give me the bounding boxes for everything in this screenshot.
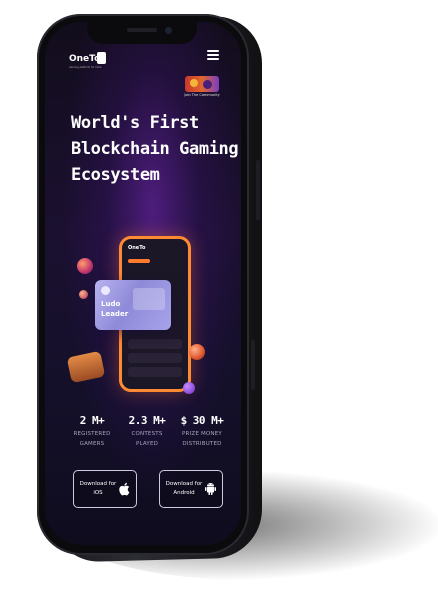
- phone-notch: [87, 22, 197, 44]
- hero-illustration: OneTo Ludo Leader: [65, 232, 225, 412]
- speaker-grille: [127, 28, 157, 32]
- stat-value: 2.3 M+: [128, 414, 166, 427]
- download-ios-line-2: iOS: [93, 490, 103, 496]
- mini-accent-bar: [128, 259, 150, 263]
- stat-prize-money: $ 30 M+ PRIZE MONEY DISTRIBUTED: [177, 414, 227, 449]
- hero-title: World's First Blockchain Gaming Ecosyste…: [71, 110, 241, 188]
- stat-label-line-2: GAMERS: [79, 441, 105, 447]
- download-ios-button[interactable]: Download for iOS: [73, 470, 137, 508]
- floating-orb: [77, 258, 93, 274]
- apple-icon: [117, 482, 131, 496]
- hero-title-line-1: World's First: [71, 113, 199, 133]
- brand-tagline: Gaming platform for India: [69, 66, 102, 69]
- stat-label: REGISTERED GAMERS: [67, 429, 117, 449]
- floating-orb-small: [79, 290, 88, 299]
- ludo-leader-card: Ludo Leader: [95, 280, 171, 330]
- brand-logo[interactable]: OneTo Gaming platform for India: [69, 52, 109, 72]
- stat-contests-played: 2.3 M+ CONTESTS PLAYED: [122, 414, 172, 449]
- brand-name: OneTo: [69, 54, 101, 64]
- stat-label-line-2: DISTRIBUTED: [182, 441, 222, 447]
- floating-orb-purple: [183, 382, 195, 394]
- menu-icon[interactable]: [207, 50, 219, 60]
- download-ios-line-1: Download for: [79, 481, 117, 487]
- stat-label-line-2: PLAYED: [135, 441, 159, 447]
- stat-label: PRIZE MONEY DISTRIBUTED: [177, 429, 227, 449]
- stat-registered-gamers: 2 M+ REGISTERED GAMERS: [67, 414, 117, 449]
- brand-badge-icon: [97, 52, 106, 64]
- download-android-label: Download for Android: [165, 480, 203, 498]
- download-buttons: Download for iOS Download for Android: [73, 470, 223, 508]
- floating-orb-right: [189, 344, 205, 360]
- community-art-icon: [185, 76, 219, 92]
- mini-app-brand: OneTo: [128, 245, 146, 251]
- download-android-button[interactable]: Download for Android: [159, 470, 223, 508]
- phone-side-button-lower: [251, 340, 255, 390]
- stat-value: 2 M+: [79, 414, 105, 427]
- stat-label-line-1: REGISTERED: [73, 431, 111, 437]
- stat-value: $ 30 M+: [180, 414, 224, 427]
- stat-label: CONTESTS PLAYED: [122, 429, 172, 449]
- android-icon: [203, 482, 217, 496]
- gaming-chair-illustration: [66, 350, 106, 384]
- card-title-line-2: Leader: [101, 310, 129, 318]
- card-plus-icon: [101, 286, 110, 295]
- download-android-line-1: Download for: [165, 481, 203, 487]
- mini-row: [128, 367, 182, 377]
- stats-row: 2 M+ REGISTERED GAMERS 2.3 M+ CONTESTS P…: [67, 414, 227, 449]
- card-title-line-1: Ludo: [101, 300, 121, 308]
- stat-label-line-1: CONTESTS: [131, 431, 163, 437]
- phone-side-button: [256, 160, 260, 220]
- join-community-button[interactable]: Join The Community: [183, 76, 221, 98]
- hero-title-line-3: Ecosystem: [71, 165, 160, 185]
- join-community-label: Join The Community: [184, 93, 220, 97]
- mini-row: [128, 339, 182, 349]
- download-android-line-2: Android: [173, 490, 195, 496]
- front-camera-icon: [165, 27, 172, 34]
- stat-label-line-1: PRIZE MONEY: [182, 431, 222, 437]
- download-ios-label: Download for iOS: [79, 480, 117, 498]
- mini-row: [128, 353, 182, 363]
- phone-screen: OneTo Gaming platform for India Join The…: [45, 22, 241, 545]
- hero-title-line-2: Blockchain Gaming: [71, 139, 239, 159]
- card-panel: [133, 288, 165, 310]
